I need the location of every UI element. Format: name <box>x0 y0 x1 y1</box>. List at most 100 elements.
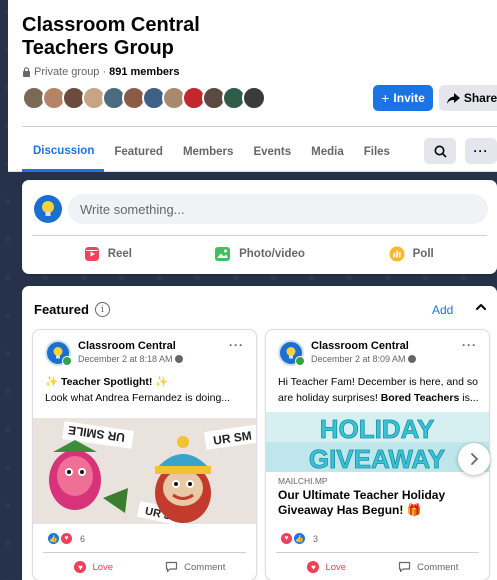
link-preview-image[interactable]: HOLIDAY GIVEAWAY <box>266 412 489 472</box>
link-domain: MAILCHI.MP <box>278 476 328 486</box>
love-reaction-icon: ♥ <box>60 532 73 545</box>
reel-button[interactable]: Reel <box>32 238 184 270</box>
lightbulb-icon <box>42 201 54 216</box>
post-more-button[interactable]: ··· <box>462 338 477 352</box>
love-icon: ♥ <box>74 561 87 573</box>
post-actions: ♥ Love Comment <box>276 556 479 578</box>
privacy-separator: · <box>102 66 107 78</box>
holiday-giveaway-banner: HOLIDAY GIVEAWAY <box>266 412 489 472</box>
lock-icon <box>23 67 30 77</box>
comment-label: Comment <box>417 561 459 573</box>
featured-post-card[interactable]: Classroom Central December 2 at 8:09 AM … <box>266 330 489 580</box>
group-privacy-line: Private group · 891 members <box>22 66 179 78</box>
card-divider <box>43 552 246 553</box>
featured-title: Featured <box>34 302 89 317</box>
comment-label: Comment <box>184 561 226 573</box>
lightbulb-icon <box>53 347 63 359</box>
photo-video-button[interactable]: Photo/video <box>184 238 336 270</box>
info-icon[interactable]: i <box>94 302 110 317</box>
avatar[interactable] <box>34 195 62 223</box>
member-count[interactable]: 891 members <box>109 66 179 78</box>
share-arrow-icon <box>446 92 460 104</box>
group-search-button[interactable] <box>424 138 456 164</box>
reel-label: Reel <box>107 248 132 260</box>
post-mention[interactable]: Bored Teachers <box>381 392 460 404</box>
love-button[interactable]: ♥ Love <box>43 556 145 578</box>
tab-members[interactable]: Members <box>173 132 244 172</box>
post-body: Look what Andrea Fernandez is doing... <box>45 392 231 404</box>
post-date: December 2 at 8:09 AM <box>311 354 406 364</box>
chevron-up-icon[interactable] <box>474 300 488 314</box>
reaction-summary[interactable]: 👍 ♥ 6 <box>47 532 85 545</box>
reel-icon <box>84 247 99 261</box>
invite-button[interactable]: + Invite <box>373 85 433 111</box>
post-more-button[interactable]: ··· <box>229 338 244 352</box>
link-title[interactable]: Our Ultimate Teacher Holiday Giveaway Ha… <box>278 488 479 518</box>
post-timestamp[interactable]: December 2 at 8:09 AM <box>311 354 417 364</box>
composer-divider <box>32 235 487 236</box>
invite-label: Invite <box>393 91 425 105</box>
avatar[interactable] <box>278 340 305 366</box>
comment-icon <box>166 561 178 573</box>
featured-section: Featured i Add Classroom Central Decembe… <box>22 286 497 580</box>
group-audience-icon <box>408 355 417 363</box>
tab-files[interactable]: Files <box>354 132 400 172</box>
post-author[interactable]: Classroom Central <box>78 340 176 352</box>
privacy-label: Private group <box>34 66 100 78</box>
post-headline: Teacher Spotlight! <box>61 376 153 388</box>
post-text: ✨ Teacher Spotlight! ✨ Look what Andrea … <box>45 374 248 406</box>
love-label: Love <box>92 561 114 573</box>
post-timestamp[interactable]: December 2 at 8:18 AM <box>78 354 184 364</box>
reaction-count: 6 <box>80 533 86 544</box>
group-header: Classroom Central Teachers Group Private… <box>8 0 497 172</box>
tab-events[interactable]: Events <box>243 132 301 172</box>
post-text: Hi Teacher Fam! December is here, and so… <box>278 374 481 406</box>
search-icon <box>434 145 447 158</box>
avatar[interactable] <box>45 340 72 366</box>
reaction-summary[interactable]: ♥ 👍 3 <box>280 532 318 545</box>
spotlight-illustration: UR SMILE UR SM UR S <box>33 418 256 524</box>
post-date: December 2 at 8:18 AM <box>78 354 173 364</box>
reaction-count: 3 <box>313 533 319 544</box>
group-title[interactable]: Classroom Central Teachers Group <box>22 14 282 60</box>
write-something-input[interactable]: Write something... <box>68 194 488 224</box>
post-actions: ♥ Love Comment <box>43 556 246 578</box>
avatar[interactable] <box>242 86 266 110</box>
share-button[interactable]: Share <box>439 85 497 111</box>
sparkle-icon: ✨ <box>45 376 59 388</box>
banner-giveaway-text: GIVEAWAY <box>309 444 445 472</box>
featured-heading: Featured i <box>34 302 110 317</box>
comment-button[interactable]: Comment <box>145 556 247 578</box>
love-icon: ♥ <box>307 561 320 573</box>
poll-icon <box>389 246 405 262</box>
card-divider <box>276 552 479 553</box>
tab-featured[interactable]: Featured <box>104 132 173 172</box>
featured-add-link[interactable]: Add <box>432 303 453 317</box>
share-label: Share <box>463 91 497 105</box>
photo-icon <box>215 247 231 261</box>
header-divider <box>22 126 497 127</box>
comment-icon <box>399 561 411 573</box>
group-tabs: Discussion Featured Members Events Media… <box>22 132 400 172</box>
member-avatars[interactable] <box>22 86 266 110</box>
more-icon: ··· <box>473 144 489 158</box>
tab-media[interactable]: Media <box>301 132 354 172</box>
post-author[interactable]: Classroom Central <box>311 340 409 352</box>
like-reaction-icon: 👍 <box>47 532 60 545</box>
more-options-button[interactable]: ··· <box>465 138 497 164</box>
featured-post-card[interactable]: Classroom Central December 2 at 8:18 AM … <box>33 330 256 580</box>
banner-holiday-text: HOLIDAY <box>320 414 435 444</box>
sparkle-icon: ✨ <box>155 376 169 388</box>
post-image[interactable]: UR SMILE UR SM UR S <box>33 418 256 524</box>
love-reaction-icon: ♥ <box>280 532 293 545</box>
like-reaction-icon: 👍 <box>293 532 306 545</box>
comment-button[interactable]: Comment <box>378 556 480 578</box>
photo-video-label: Photo/video <box>239 248 305 260</box>
carousel-next-button[interactable] <box>458 443 490 475</box>
love-button[interactable]: ♥ Love <box>276 556 378 578</box>
tab-discussion[interactable]: Discussion <box>22 132 105 172</box>
chevron-right-icon <box>471 453 478 465</box>
plus-icon: + <box>381 90 390 106</box>
group-audience-icon <box>175 355 184 363</box>
poll-button[interactable]: Poll <box>335 238 487 270</box>
